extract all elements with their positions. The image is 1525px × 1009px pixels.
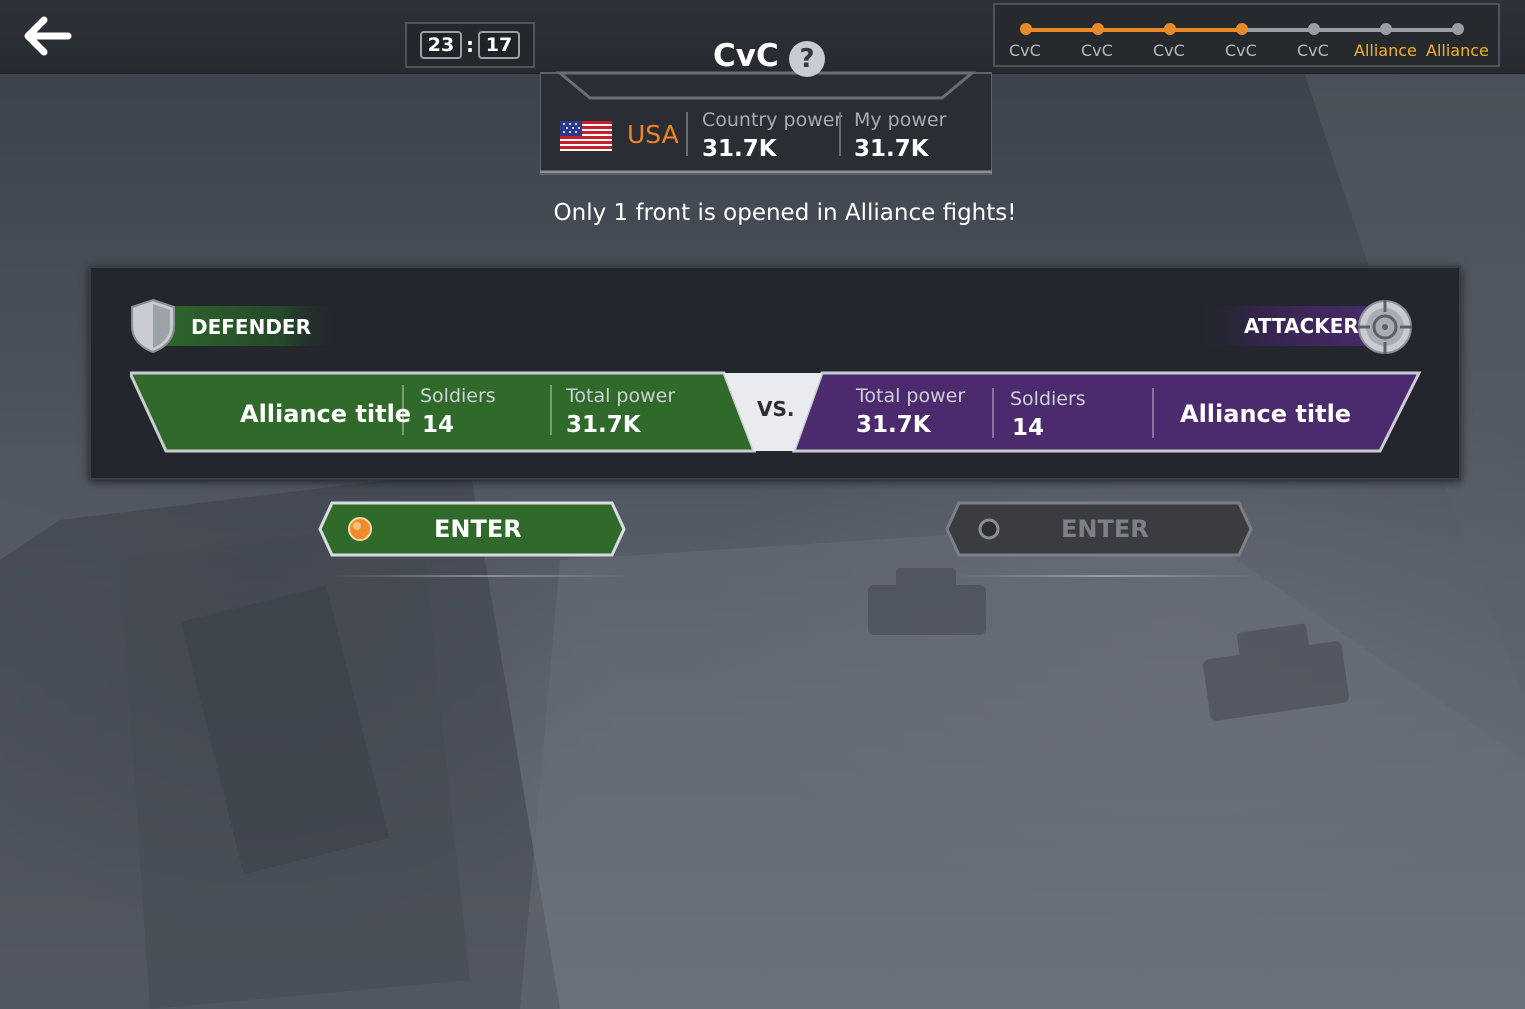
country-name: USA — [627, 120, 679, 149]
progress-line-upcoming — [1242, 28, 1458, 32]
front-notice: Only 1 front is opened in Alliance fight… — [553, 200, 1017, 226]
defender-enter-button[interactable]: ENTER — [318, 501, 626, 557]
attacker-power-label: Total power — [856, 385, 966, 407]
attacker-alliance-title: Alliance title — [1180, 400, 1352, 428]
stage-dot — [1380, 23, 1392, 35]
page-title: CvC — [713, 38, 779, 74]
timer-separator: : — [466, 33, 474, 57]
attacker-label: ATTACKER — [1244, 314, 1359, 338]
divider — [686, 112, 688, 156]
timer-minutes: 23 — [420, 31, 462, 59]
stage-dot — [1308, 23, 1320, 35]
stage-progress: CvC CvC CvC CvC CvC Alliance Alliance — [993, 3, 1500, 67]
crosshair-icon — [1358, 300, 1412, 354]
stage-label: CvC — [1225, 41, 1257, 60]
arrow-left-icon — [24, 16, 72, 56]
timer-seconds: 17 — [478, 31, 520, 59]
attacker-power-value: 31.7K — [856, 412, 931, 438]
attacker-enter-button[interactable]: ENTER — [945, 501, 1253, 557]
progress-line-done — [1026, 28, 1242, 32]
stage-dot — [1092, 23, 1104, 35]
stage-dot — [1236, 23, 1248, 35]
defender-enter-label: ENTER — [434, 515, 522, 543]
divider — [955, 575, 1255, 577]
attacker-soldiers-value: 14 — [1012, 415, 1045, 441]
stage-label: CvC — [1297, 41, 1329, 60]
stage-label-alliance: Alliance — [1354, 41, 1417, 60]
my-power-value: 31.7K — [854, 136, 929, 162]
defender-label: DEFENDER — [191, 315, 311, 339]
countdown-timer: 23 : 17 — [405, 22, 535, 68]
shield-icon — [131, 298, 175, 354]
stage-label-alliance: Alliance — [1426, 41, 1489, 60]
stage-label: CvC — [1009, 41, 1041, 60]
divider — [992, 388, 994, 438]
defender-power-label: Total power — [566, 385, 676, 407]
back-button[interactable] — [24, 16, 72, 56]
help-button[interactable]: ? — [789, 41, 825, 77]
versus-label: VS. — [757, 397, 795, 421]
divider — [330, 575, 630, 577]
defender-power-value: 31.7K — [566, 412, 641, 438]
stage-dot — [1020, 23, 1032, 35]
divider — [839, 112, 841, 156]
stage-dot — [1164, 23, 1176, 35]
defender-alliance-title: Alliance title — [240, 400, 412, 428]
divider — [1152, 388, 1154, 438]
status-dot-icon — [348, 517, 372, 541]
divider — [402, 385, 404, 435]
defender-soldiers-value: 14 — [422, 412, 455, 438]
my-power-label: My power — [854, 109, 947, 131]
divider — [550, 385, 552, 435]
usa-flag-icon — [560, 121, 612, 151]
country-power-label: Country power — [702, 109, 843, 131]
stage-dot — [1452, 23, 1464, 35]
stage-label: CvC — [1081, 41, 1113, 60]
country-power-value: 31.7K — [702, 136, 777, 162]
question-icon: ? — [799, 44, 815, 74]
stage-label: CvC — [1153, 41, 1185, 60]
attacker-soldiers-label: Soldiers — [1010, 388, 1086, 410]
defender-soldiers-label: Soldiers — [420, 385, 496, 407]
status-dot-icon — [978, 518, 1000, 540]
attacker-enter-label: ENTER — [1061, 515, 1149, 543]
